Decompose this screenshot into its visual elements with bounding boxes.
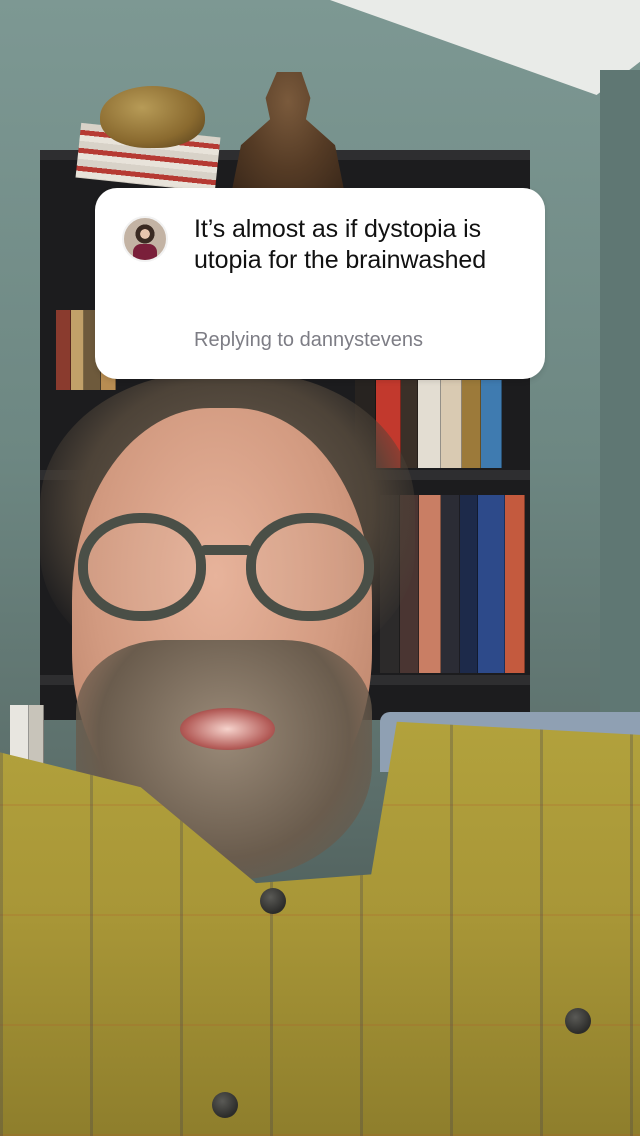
- shirt-button: [565, 1008, 591, 1034]
- glasses-lens-right: [246, 513, 374, 621]
- glasses-bridge: [200, 545, 252, 555]
- glasses: [60, 505, 380, 630]
- mouth: [180, 708, 275, 750]
- profile-avatar-icon[interactable]: [122, 216, 168, 262]
- person: [0, 0, 640, 1136]
- replying-to-label: Replying to dannystevens: [194, 329, 424, 351]
- comment-text: It’s almost as if dystopia is utopia for…: [194, 215, 487, 274]
- avatar-figure: [133, 244, 157, 260]
- shirt-button: [212, 1092, 238, 1118]
- video-frame[interactable]: [0, 0, 640, 1136]
- shirt-button: [260, 888, 286, 914]
- comment-reply-sticker[interactable]: It’s almost as if dystopia is utopia for…: [95, 188, 545, 379]
- glasses-lens-left: [78, 513, 206, 621]
